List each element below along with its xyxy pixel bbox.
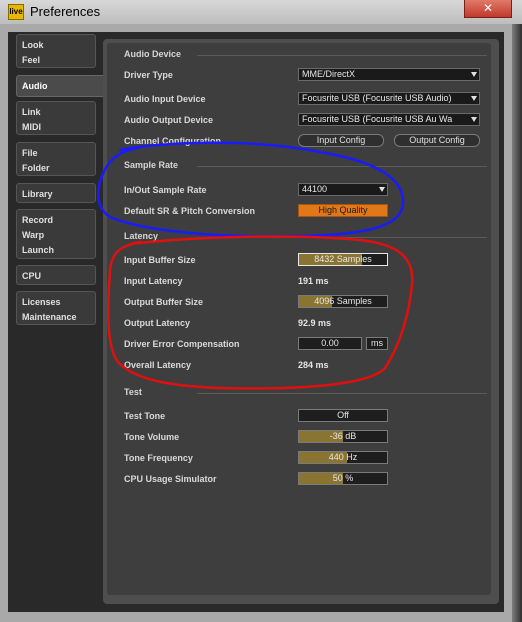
- annotation-layer: [97, 141, 414, 390]
- red-annotation-circle: [106, 235, 414, 390]
- blue-annotation-circle: [97, 141, 405, 238]
